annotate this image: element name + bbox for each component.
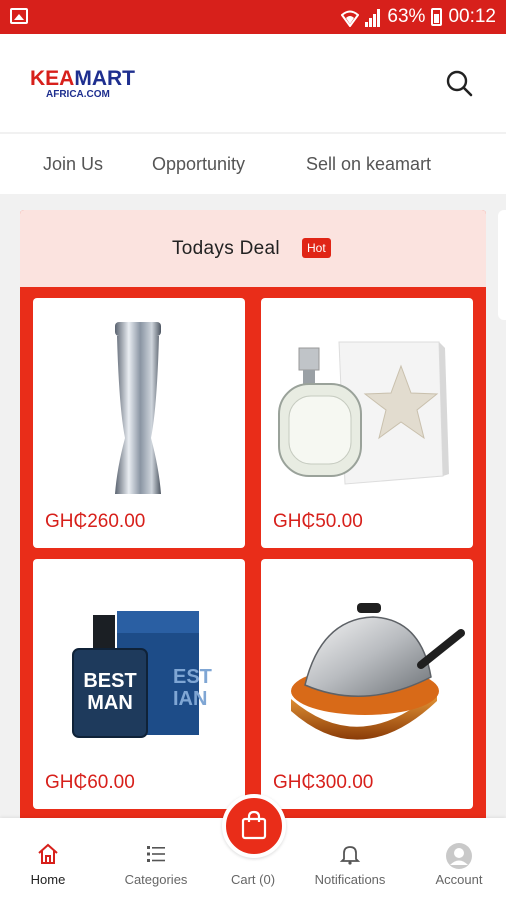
tab-label: Account (435, 872, 483, 887)
clock: 00:12 (448, 6, 496, 27)
status-bar: 63% 00:12 (0, 0, 506, 34)
product-card[interactable]: GH₵260.00 (33, 298, 245, 548)
product-card[interactable]: GH₵50.00 (261, 298, 473, 548)
product-price: GH₵60.00 (45, 772, 135, 793)
product-image-perfume (278, 341, 449, 485)
keamart-logo[interactable]: KEAMART AFRICA.COM (30, 68, 142, 102)
tab-label: Home (30, 872, 66, 887)
nav-sell-on-keamart[interactable]: Sell on keamart (306, 154, 431, 175)
svg-text:MAN: MAN (87, 692, 133, 714)
bag-icon (241, 810, 267, 840)
home-icon (38, 843, 58, 864)
tab-account[interactable]: Account (409, 818, 506, 900)
signal-icon (365, 7, 381, 27)
svg-text:EST: EST (173, 666, 212, 688)
product-image-flask (115, 322, 161, 494)
app-header: KEAMART AFRICA.COM (0, 34, 506, 132)
tab-label: Cart (0) (230, 872, 276, 887)
tab-label: Notifications (314, 872, 386, 887)
deal-title: Todays Deal (172, 238, 280, 259)
tab-categories[interactable]: Categories (106, 818, 206, 900)
tab-notifications[interactable]: Notifications (300, 818, 400, 900)
side-banner-peek[interactable] (498, 210, 506, 320)
battery-percent: 63% (387, 6, 426, 27)
todays-deal-section: Todays Deal Hot GH₵260.00 GH₵50.00 BEST … (20, 210, 486, 830)
product-card[interactable]: BEST MAN EST IAN GH₵60.00 (33, 559, 245, 809)
gallery-notification-icon (10, 8, 28, 24)
cart-button[interactable] (222, 794, 286, 858)
nav-opportunity[interactable]: Opportunity (152, 154, 245, 175)
hot-badge: Hot (302, 238, 331, 258)
product-image-frying-pan (291, 603, 465, 740)
top-nav: Join Us Opportunity Sell on keamart (0, 134, 506, 194)
svg-text:BEST: BEST (83, 670, 136, 692)
tab-home[interactable]: Home (0, 818, 98, 900)
product-price: GH₵260.00 (45, 511, 146, 532)
search-icon[interactable] (444, 68, 476, 100)
product-image-cologne: BEST MAN EST IAN (72, 611, 212, 738)
product-price: GH₵300.00 (273, 772, 374, 793)
bell-icon (339, 846, 361, 865)
wifi-icon (341, 7, 360, 27)
product-price: GH₵50.00 (273, 511, 363, 532)
tab-label: Categories (124, 872, 188, 887)
list-icon (147, 846, 165, 862)
product-card[interactable]: GH₵300.00 (261, 559, 473, 809)
avatar-icon (446, 843, 472, 869)
deal-header: Todays Deal Hot (20, 210, 486, 287)
nav-join-us[interactable]: Join Us (43, 154, 103, 175)
battery-icon (431, 8, 443, 26)
svg-text:IAN: IAN (173, 688, 207, 710)
